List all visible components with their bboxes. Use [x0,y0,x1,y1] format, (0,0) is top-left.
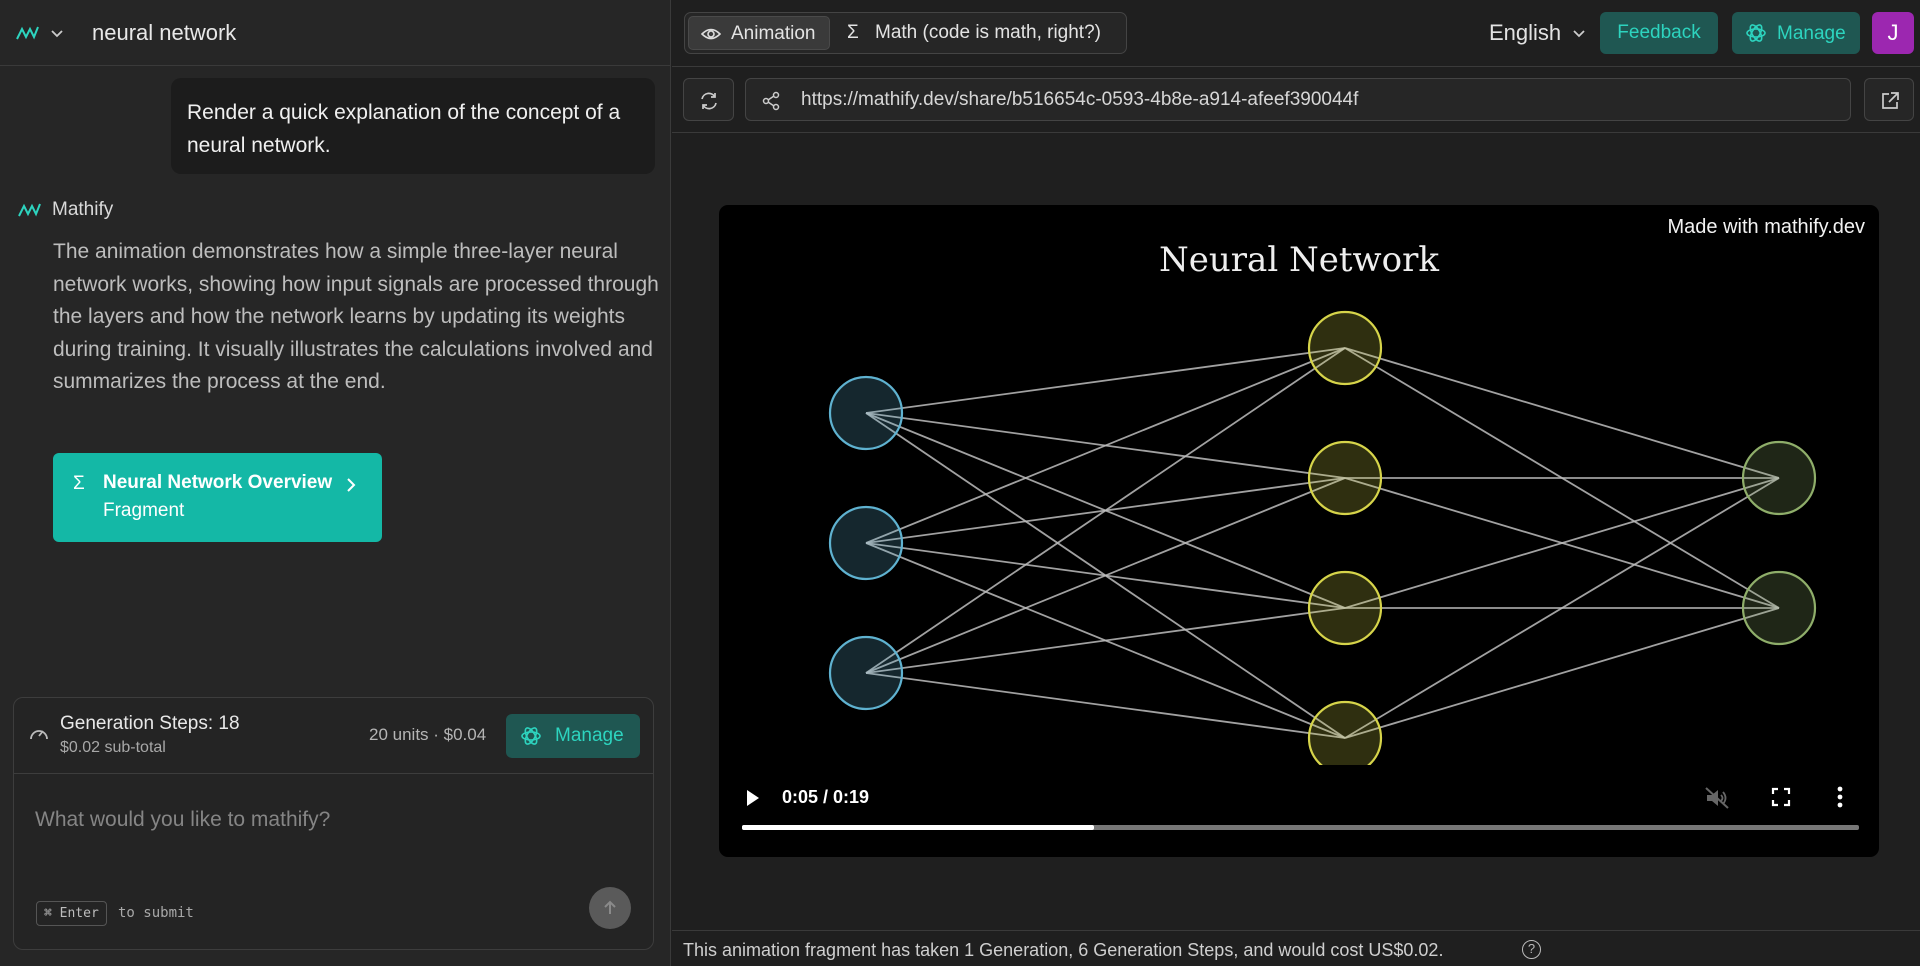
mathify-logo-icon [18,203,41,217]
fragment-title: Neural Network Overview [103,472,333,493]
eye-icon [701,28,721,40]
video-progress-fill [742,825,1094,830]
mute-icon[interactable] [1704,786,1730,810]
network-edge [865,477,1346,674]
chat-panel: neural network Render a quick explanatio… [0,0,671,966]
network-node [828,375,904,451]
refresh-icon [701,92,717,110]
manage-label: Manage [1777,23,1846,44]
bot-name: Mathify [52,199,114,220]
view-tabs: Animation Σ Math (code is math, right?) [684,12,1127,54]
tab-animation[interactable]: Animation [688,16,830,50]
refresh-button[interactable] [683,78,734,121]
enter-key-hint: ⌘ Enter [36,901,107,926]
share-url-field[interactable]: https://mathify.dev/share/b516654c-0593-… [745,78,1851,121]
network-node [1307,440,1383,516]
fragment-button[interactable]: Σ Neural Network Overview Fragment [53,453,382,542]
share-icon [762,91,780,111]
network-node [1741,440,1817,516]
network-edge [1344,607,1780,739]
network-node [828,505,904,581]
share-url: https://mathify.dev/share/b516654c-0593-… [801,89,1359,110]
manage-button[interactable]: Manage [1732,12,1860,54]
help-icon[interactable]: ? [1522,940,1541,959]
user-message: Render a quick explanation of the concep… [171,78,655,174]
chat-header: neural network [0,0,671,66]
neural-network-diagram [828,310,1817,765]
url-bar: https://mathify.dev/share/b516654c-0593-… [672,66,1920,133]
prompt-input[interactable] [35,804,635,836]
cost-footer: This animation fragment has taken 1 Gene… [672,930,1920,966]
tab-animation-label: Animation [731,23,816,44]
app-window: neural network Render a quick explanatio… [0,0,1920,966]
network-node [1307,310,1383,386]
video-title: Neural Network [1159,240,1439,280]
generation-summary: Generation Steps: 18 $0.02 sub-total 20 … [14,698,653,774]
cost-summary: This animation fragment has taken 1 Gene… [683,940,1444,960]
play-icon[interactable] [745,788,761,808]
video-player[interactable]: Neural Network Made with mathify.dev 0:0… [719,205,1879,857]
video-time: 0:05 / 0:19 [782,787,870,807]
fullscreen-icon[interactable] [1771,787,1791,807]
network-edge [865,347,1346,674]
atom-icon [1746,24,1766,42]
network-edge [1344,347,1780,479]
subtotal: $0.02 sub-total [60,739,166,756]
tab-math[interactable]: Σ Math (code is math, right?) [835,16,1125,50]
bot-header: Mathify [18,199,113,221]
video-progress-bar[interactable] [742,825,1859,830]
composer: Generation Steps: 18 $0.02 sub-total 20 … [13,697,654,950]
chevron-down-icon [51,30,63,38]
chevron-right-icon [347,478,356,492]
manage-label: Manage [555,725,624,746]
network-node [1307,570,1383,646]
open-external-button[interactable] [1864,78,1914,121]
network-edge [865,607,1346,674]
tab-math-label: Math (code is math, right?) [875,22,1101,43]
units-cost: 20 units · $0.04 [369,725,487,744]
network-node [1741,570,1817,646]
mathify-logo-icon [16,26,39,40]
submit-hint: to submit [118,905,194,921]
network-node [1307,700,1383,765]
network-edge [865,347,1346,544]
sigma-icon: Σ [847,22,859,43]
language-select[interactable]: English [1489,20,1561,46]
network-edge [865,347,1346,414]
network-edge [865,672,1346,739]
generation-steps: Generation Steps: 18 [60,713,240,734]
more-options-icon[interactable] [1836,785,1844,809]
preview-panel: Animation Σ Math (code is math, right?) … [672,0,1920,966]
logo-menu[interactable] [16,22,64,44]
manage-button[interactable]: Manage [506,714,640,758]
arrow-up-icon [604,900,616,914]
conversation-title[interactable]: neural network [92,20,236,46]
watermark: Made with mathify.dev [1667,216,1866,238]
feedback-button[interactable]: Feedback [1600,12,1718,54]
video-controls: 0:05 / 0:19 [719,765,1879,857]
gauge-icon [30,730,48,740]
chevron-down-icon [1573,30,1585,38]
external-link-icon [1882,92,1899,109]
bot-message: The animation demonstrates how a simple … [53,240,659,393]
send-button[interactable] [589,887,631,929]
network-node [828,635,904,711]
avatar[interactable]: J [1872,12,1914,54]
fragment-subtitle: Fragment [103,500,185,521]
atom-icon [521,727,541,745]
sigma-icon: Σ [73,473,85,494]
